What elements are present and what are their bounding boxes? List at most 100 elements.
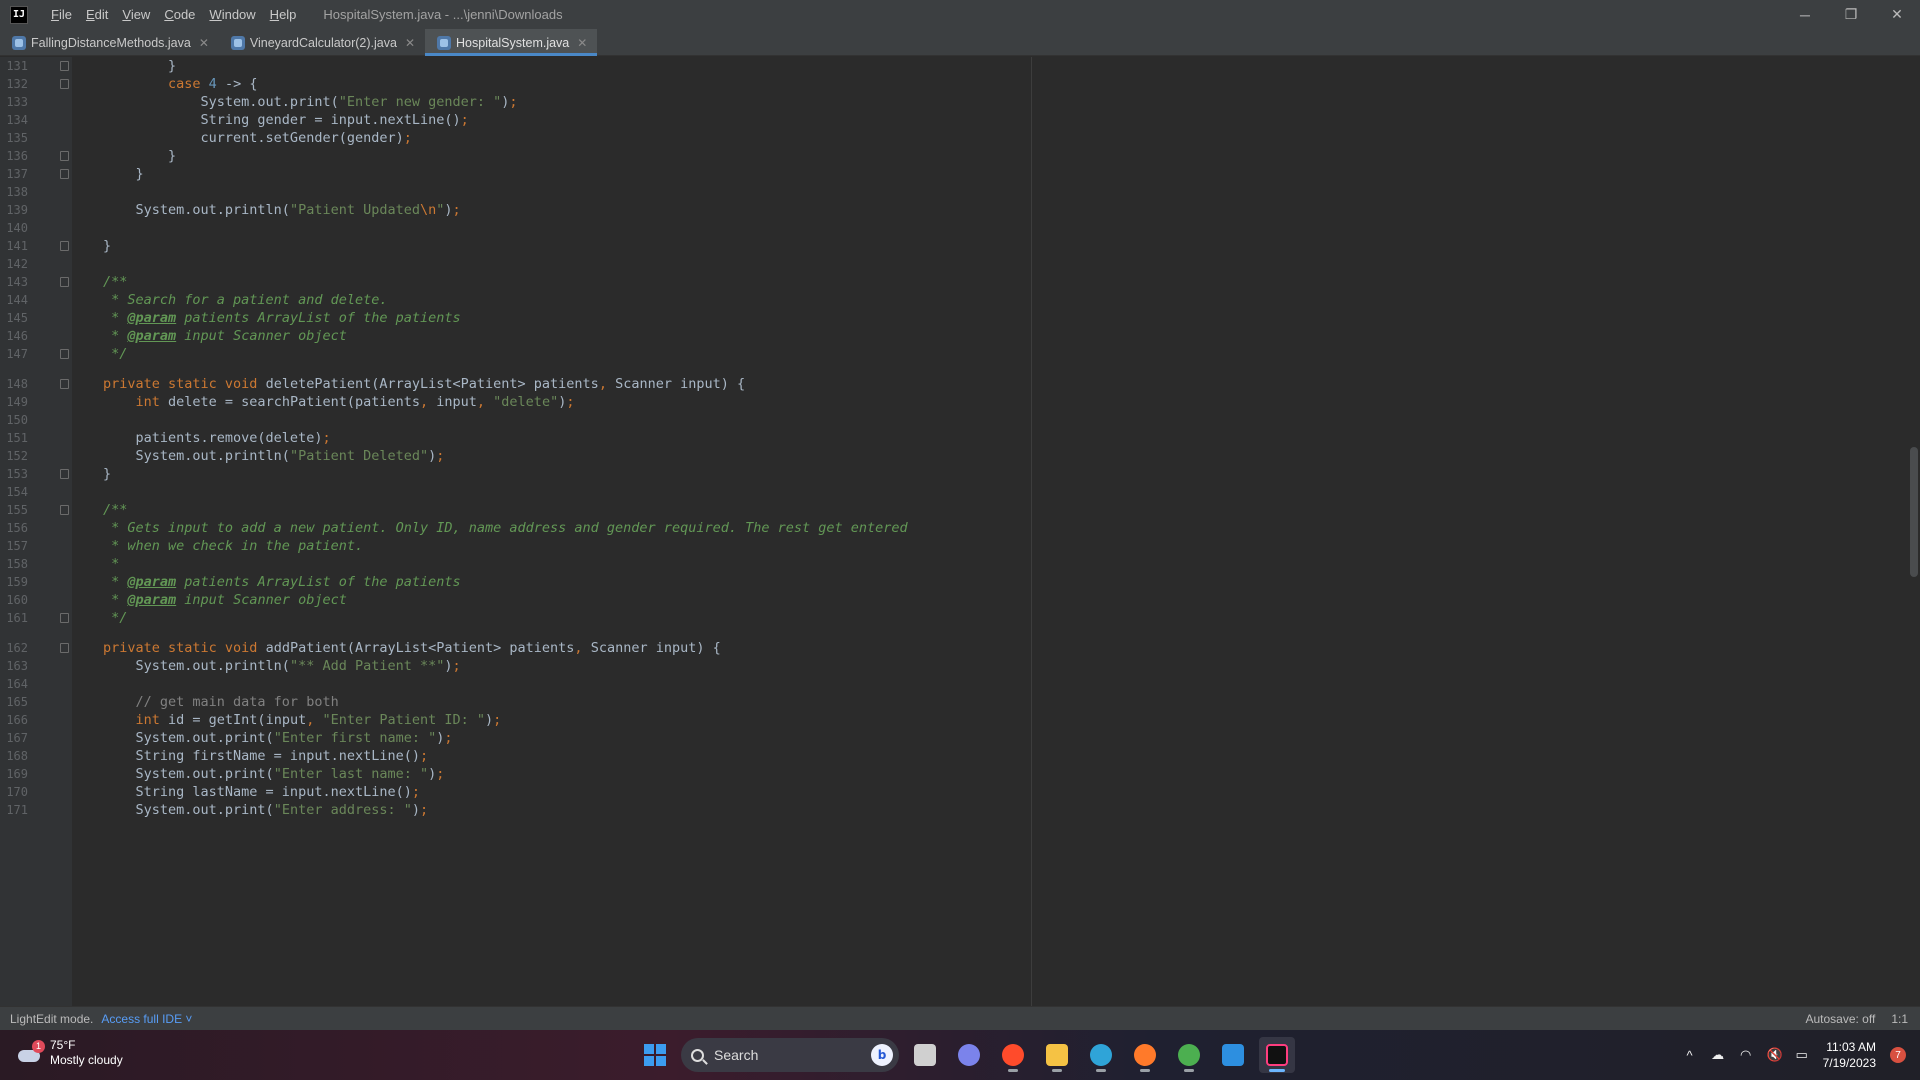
file-explorer-icon [1046, 1044, 1068, 1066]
tab-vineyardcalculator-2-java[interactable]: VineyardCalculator(2).java ✕ [219, 29, 425, 56]
code-token: "Enter new gender: " [338, 94, 502, 110]
code-token: ; [322, 430, 331, 446]
wifi-icon[interactable]: ◠ [1739, 1047, 1753, 1063]
intellij-taskbar-button[interactable] [1259, 1037, 1295, 1073]
code-token: System.out.print( [103, 802, 274, 818]
tab-close-icon[interactable]: ✕ [199, 36, 209, 50]
chrome-taskbar-button[interactable] [1171, 1037, 1207, 1073]
tab-label: FallingDistanceMethods.java [31, 35, 191, 50]
restore-button[interactable]: ❐ [1828, 0, 1874, 29]
ea-app-icon [1002, 1044, 1024, 1066]
menu-help[interactable]: Help [263, 0, 304, 29]
firefox-taskbar-button[interactable] [1127, 1037, 1163, 1073]
fold-marker-icon[interactable] [60, 79, 69, 89]
fold-marker-icon[interactable] [60, 151, 69, 161]
tab-close-icon[interactable]: ✕ [577, 36, 587, 50]
code-token: String gender = input.nextLine() [103, 112, 461, 128]
close-window-button[interactable]: ✕ [1874, 0, 1920, 29]
code-token: ; [509, 94, 518, 110]
menu-mnemonic: E [85, 7, 95, 22]
menu-label: indow [221, 7, 256, 22]
menu-view[interactable]: View [115, 0, 157, 29]
menu-window[interactable]: Window [202, 0, 262, 29]
chrome-icon [1178, 1044, 1200, 1066]
fold-marker-icon[interactable] [60, 277, 69, 287]
show-hidden-icons-chevron-icon[interactable]: ^ [1683, 1048, 1697, 1063]
code-token: patients.remove(delete) [103, 430, 323, 446]
menu-code[interactable]: Code [157, 0, 202, 29]
fold-marker-icon[interactable] [60, 241, 69, 251]
clock-date: 7/19/2023 [1822, 1056, 1876, 1070]
vertical-scrollbar[interactable] [1910, 447, 1918, 577]
notifications-badge[interactable]: 7 [1890, 1047, 1906, 1063]
code-token: , [598, 376, 616, 392]
code-token: } [103, 166, 144, 182]
weather-widget[interactable]: 1 75°F Mostly cloudy [16, 1038, 123, 1068]
code-token: -> { [216, 76, 258, 92]
start-button[interactable] [637, 1037, 673, 1073]
code-token: ; [419, 748, 429, 764]
fold-marker-icon[interactable] [60, 505, 69, 515]
search-icon [691, 1048, 704, 1062]
code-line[interactable]: 161 */ [0, 607, 1900, 629]
code-token: */ [103, 610, 128, 626]
code-token: // get main data for both [103, 694, 339, 710]
menu-edit[interactable]: Edit [79, 0, 115, 29]
code-token: private static void [103, 640, 266, 656]
access-full-ide-link[interactable]: Access full IDE ˅ [101, 1012, 192, 1026]
clock[interactable]: 11:03 AM 7/19/2023 [1823, 1039, 1876, 1071]
menu-file[interactable]: File [44, 0, 79, 29]
fold-marker-icon[interactable] [60, 469, 69, 479]
taskbar-search[interactable]: Search b [681, 1038, 899, 1072]
bing-icon[interactable]: b [871, 1044, 893, 1066]
code-token: System.out.println( [103, 658, 290, 674]
code-token: \n [419, 202, 437, 218]
teams-chat-taskbar-button[interactable] [951, 1037, 987, 1073]
file-explorer-taskbar-button[interactable] [1039, 1037, 1075, 1073]
fold-marker-icon[interactable] [60, 613, 69, 623]
ea-app-taskbar-button[interactable] [995, 1037, 1031, 1073]
code-token: input Scanner object [176, 328, 347, 344]
code-token: ) [485, 712, 494, 728]
java-file-icon [437, 35, 452, 50]
code-token: current.setGender(gender) [103, 130, 404, 146]
tab-hospitalsystem-java[interactable]: HospitalSystem.java ✕ [425, 29, 598, 56]
code-token: @param [127, 310, 177, 326]
window-title: HospitalSystem.java - ...\jenni\Download… [323, 7, 563, 22]
autosave-status[interactable]: Autosave: off [1805, 1012, 1875, 1026]
fold-marker-icon[interactable] [60, 379, 69, 389]
fold-marker-icon[interactable] [60, 169, 69, 179]
task-view-icon [914, 1044, 936, 1066]
menu-bar: File Edit View Code Window Help [44, 0, 303, 29]
volume-muted-icon[interactable]: 🔇 [1767, 1047, 1783, 1063]
editor-tab-bar: FallingDistanceMethods.java ✕ VineyardCalc… [0, 29, 1920, 56]
code-token: "Enter address: " [273, 802, 412, 818]
code-token: System.out.print( [103, 94, 339, 110]
onedrive-icon[interactable]: ☁ [1711, 1047, 1725, 1063]
code-token: * [103, 556, 120, 572]
tab-fallingdistancemethods-java[interactable]: FallingDistanceMethods.java ✕ [0, 29, 219, 56]
code-line[interactable]: 147 */ [0, 343, 1900, 365]
code-token: System.out.println( [103, 448, 290, 464]
code-token: @param [127, 574, 177, 590]
code-token: System.out.print( [103, 730, 274, 746]
minimize-button[interactable]: ─ [1782, 0, 1828, 29]
edge-icon [1090, 1044, 1112, 1066]
caret-position[interactable]: 1:1 [1891, 1012, 1908, 1026]
fold-marker-icon[interactable] [60, 349, 69, 359]
code-token: ; [403, 130, 412, 146]
menu-label: ode [173, 7, 196, 22]
vscode-taskbar-button[interactable] [1215, 1037, 1251, 1073]
tab-close-icon[interactable]: ✕ [405, 36, 415, 50]
code-token: ; [444, 730, 453, 746]
intellij-logo-icon[interactable]: IJ [10, 5, 28, 24]
task-view-taskbar-button[interactable] [907, 1037, 943, 1073]
battery-icon[interactable]: ▭ [1795, 1047, 1809, 1063]
edge-taskbar-button[interactable] [1083, 1037, 1119, 1073]
fold-marker-icon[interactable] [60, 61, 69, 71]
code-line[interactable]: 171 System.out.print("Enter address: "); [0, 799, 1900, 821]
fold-marker-icon[interactable] [60, 643, 69, 653]
code-editor[interactable]: 131 } 132 case 4 -> {133 System.out.print… [0, 57, 1920, 1006]
firefox-icon [1134, 1044, 1156, 1066]
code-token: } [103, 148, 177, 164]
